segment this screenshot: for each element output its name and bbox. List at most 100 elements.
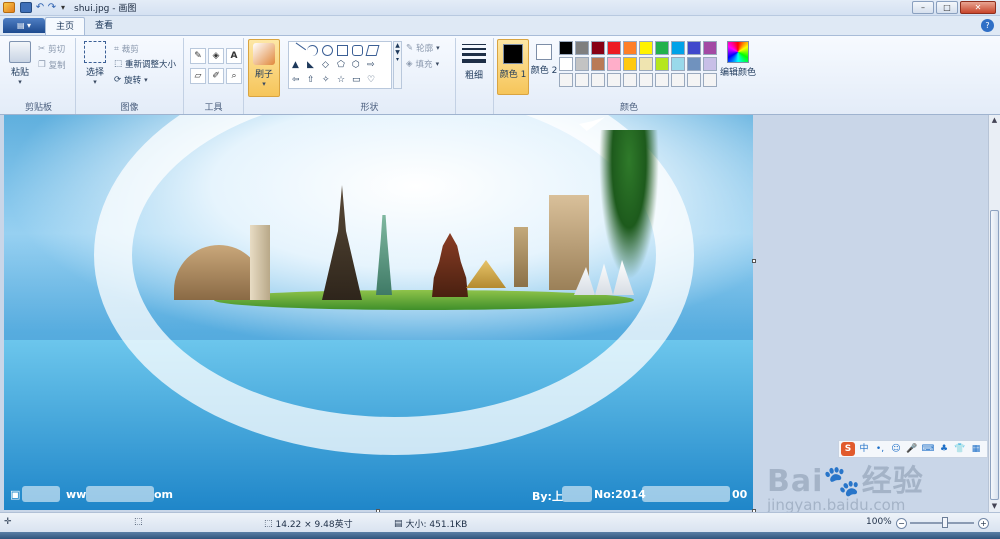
ime-skin-icon[interactable]: 👕 xyxy=(953,442,967,456)
select-dropdown-icon: ▾ xyxy=(93,78,97,86)
shapes-scroll-button[interactable]: ▲ ▼ ▾ xyxy=(393,41,402,89)
fill-label: 填充 xyxy=(415,60,433,70)
oval-shape-icon[interactable] xyxy=(322,45,333,56)
selection-size: ⬚ xyxy=(134,517,143,527)
outline-icon: ✎ xyxy=(406,43,414,53)
brushes-label: 刷子 xyxy=(254,70,273,80)
outline-button[interactable]: ✎ 轮廓 ▾ xyxy=(406,42,440,54)
pencil-icon[interactable]: ✎ xyxy=(190,48,206,64)
paste-button[interactable]: 粘贴 ▾ xyxy=(6,41,34,86)
customize-quick-access-icon[interactable]: ▾ xyxy=(58,3,68,12)
ime-menu-icon[interactable]: ▦ xyxy=(969,442,983,456)
ime-punctuation-icon[interactable]: •, xyxy=(873,442,887,456)
paint-menu-button[interactable]: ▤ ▾ xyxy=(3,18,45,33)
zoom-slider-knob[interactable] xyxy=(942,517,948,528)
tools-group: ✎ ◈ A ▱ ✐ ⌕ 工具 xyxy=(184,38,244,114)
zoom-out-icon[interactable]: − xyxy=(896,518,907,529)
outline-dropdown-icon: ▾ xyxy=(436,44,440,52)
watermark-brand: Bai xyxy=(767,464,824,499)
ime-keyboard-icon[interactable]: ⌨ xyxy=(921,442,935,456)
callout-shape-icon[interactable]: ▭ xyxy=(352,75,363,86)
help-icon[interactable]: ? xyxy=(981,19,994,32)
ime-tools-icon[interactable]: ♣ xyxy=(937,442,951,456)
resize-handle-right[interactable] xyxy=(752,259,756,263)
four-point-star-shape-icon[interactable]: ✧ xyxy=(322,75,333,86)
close-button[interactable]: ✕ xyxy=(960,1,996,14)
line-shape-icon[interactable] xyxy=(289,42,307,59)
five-point-star-shape-icon[interactable]: ☆ xyxy=(337,75,348,86)
scroll-down-icon[interactable]: ▼ xyxy=(989,501,1000,512)
copy-button[interactable]: ❐ 复制 xyxy=(38,59,66,71)
heart-shape-icon[interactable]: ♡ xyxy=(367,75,378,86)
image-dimensions-icon: ⬚ xyxy=(264,518,273,529)
ime-emoji-icon[interactable]: ☺ xyxy=(889,442,903,456)
redo-icon[interactable]: ↷ xyxy=(46,2,58,13)
brush-icon xyxy=(253,43,275,65)
image-dimensions-label: 14.22 × 9.48英寸 xyxy=(275,520,353,530)
ime-voice-icon[interactable]: 🎤 xyxy=(905,442,919,456)
rotate-button[interactable]: ⟳ 旋转 ▾ xyxy=(114,74,148,86)
diamond-shape-icon[interactable]: ◇ xyxy=(322,60,333,71)
arrow-up-shape-icon[interactable]: ⇧ xyxy=(307,75,318,86)
tab-view[interactable]: 查看 xyxy=(85,17,123,35)
ime-chinese-mode-icon[interactable]: 中 xyxy=(857,442,871,456)
rounded-rectangle-shape-icon[interactable] xyxy=(352,45,363,56)
rectangle-shape-icon[interactable] xyxy=(337,45,348,56)
size-group[interactable]: 粗细 xyxy=(456,38,494,114)
paint-app-icon[interactable] xyxy=(3,2,15,13)
polygon-shape-icon[interactable] xyxy=(365,45,380,56)
cut-button[interactable]: ✂ 剪切 xyxy=(38,43,65,55)
window-title: shui.jpg - 画图 xyxy=(74,4,137,14)
windows-taskbar xyxy=(0,532,1000,539)
color-picker-icon[interactable]: ✐ xyxy=(208,68,224,84)
select-button[interactable]: 选择 ▾ xyxy=(80,41,110,86)
arrow-left-shape-icon[interactable]: ⇦ xyxy=(292,75,303,86)
canvas-text-right: By:上 xyxy=(532,490,563,503)
scrollbar-thumb[interactable] xyxy=(990,210,999,500)
undo-icon[interactable]: ↶ xyxy=(34,2,46,13)
window-controls: – □ ✕ xyxy=(912,1,996,14)
shapes-group-label: 形状 xyxy=(360,103,379,113)
scroll-up-icon[interactable]: ▲ xyxy=(989,115,1000,126)
fill-button[interactable]: ◈ 填充 ▾ xyxy=(406,58,439,70)
magnifier-icon[interactable]: ⌕ xyxy=(226,68,242,84)
tab-home[interactable]: 主页 xyxy=(45,17,86,35)
image-canvas[interactable]: ▣ ww om By:上 No:2014 00 xyxy=(4,115,753,510)
image-group-label: 图像 xyxy=(120,103,139,113)
baidu-jingyan-watermark: Bai🐾经验 jingyan.baidu.com xyxy=(767,456,924,514)
pentagon-shape-icon[interactable]: ⬠ xyxy=(337,60,348,71)
crop-label: 裁剪 xyxy=(121,45,139,55)
ime-logo-icon[interactable]: S xyxy=(841,442,855,456)
hexagon-shape-icon[interactable]: ⬡ xyxy=(352,60,363,71)
zoom-in-icon[interactable]: + xyxy=(978,518,989,529)
paste-label: 粘贴 xyxy=(10,68,29,78)
curve-shape-icon[interactable] xyxy=(307,45,318,56)
copy-icon: ❐ xyxy=(38,60,46,70)
size-label: 粗细 xyxy=(464,71,483,81)
resize-button[interactable]: ⬚ 重新调整大小 xyxy=(114,58,176,70)
zoom-level: 100% xyxy=(866,517,892,527)
image-dimensions: ⬚ 14.22 × 9.48英寸 xyxy=(264,517,353,531)
shapes-gallery[interactable]: ▲ ◣ ◇ ⬠ ⬡ ⇨ ⇦ ⇧ ✧ ☆ ▭ ♡ xyxy=(288,41,392,89)
watermark-brand-suffix: 经验 xyxy=(861,464,924,499)
rotate-icon: ⟳ xyxy=(114,75,122,85)
fill-dropdown-icon: ▾ xyxy=(435,60,440,68)
palm-trees-image xyxy=(599,130,659,280)
brushes-button[interactable]: 刷子 ▾ xyxy=(248,39,280,97)
triangle-shape-icon[interactable]: ▲ xyxy=(292,60,303,71)
pisa-tower-image xyxy=(250,225,270,300)
crop-button[interactable]: ⌗ 裁剪 xyxy=(114,43,139,55)
canvas-text-right-mid: No:2014 xyxy=(594,488,646,501)
text-tool-icon[interactable]: A xyxy=(226,48,242,64)
minimize-button[interactable]: – xyxy=(912,1,934,14)
blurred-region-left xyxy=(22,486,60,502)
file-size-label: 大小: 451.1KB xyxy=(405,520,468,530)
maximize-button[interactable]: □ xyxy=(936,1,958,14)
arrow-right-shape-icon[interactable]: ⇨ xyxy=(367,60,378,71)
eraser-icon[interactable]: ▱ xyxy=(190,68,206,84)
cursor-crosshair-icon: ✛ xyxy=(4,517,12,527)
vertical-scrollbar[interactable]: ▲ ▼ xyxy=(988,115,1000,512)
right-triangle-shape-icon[interactable]: ◣ xyxy=(307,60,318,71)
save-icon[interactable] xyxy=(20,2,32,13)
fill-bucket-icon[interactable]: ◈ xyxy=(208,48,224,64)
